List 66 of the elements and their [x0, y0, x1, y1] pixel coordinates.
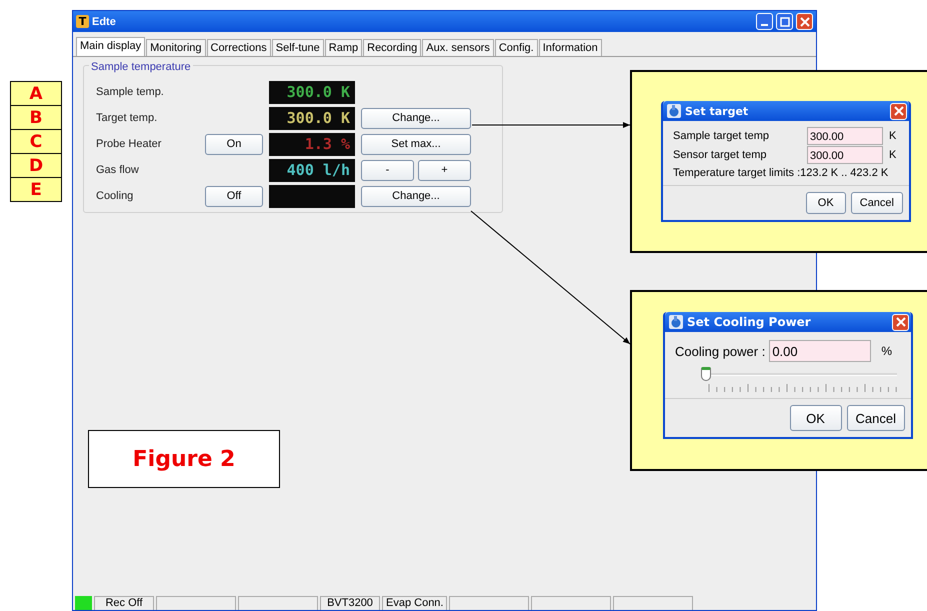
row-label: Probe Heater: [96, 138, 162, 150]
figure-label: Figure 2: [88, 430, 280, 488]
row-marker: A: [10, 81, 62, 106]
close-button[interactable]: [892, 314, 909, 330]
dialog-title: Set target: [685, 104, 748, 118]
row-marker: B: [10, 105, 62, 130]
field-label: Sensor target temp: [673, 149, 768, 161]
close-icon: [894, 106, 904, 116]
tab[interactable]: Ramp: [324, 39, 362, 56]
window-title: Edte: [92, 16, 116, 28]
tab[interactable]: Information: [538, 39, 602, 56]
dialog-button[interactable]: OK: [790, 405, 842, 431]
unit-label: K: [889, 130, 896, 142]
app-icon: T: [76, 15, 89, 28]
toggle-button[interactable]: Off: [205, 186, 263, 206]
input-field[interactable]: 300.00: [807, 127, 883, 145]
row-label: Sample temp.: [96, 86, 165, 98]
minimize-button[interactable]: [756, 13, 773, 30]
row-label: Gas flow: [96, 164, 140, 176]
action-button[interactable]: -: [361, 160, 414, 180]
lcd-readout: 1.3 %: [304, 136, 350, 152]
dialog-button[interactable]: Cancel: [846, 405, 905, 431]
maximize-icon: [780, 16, 790, 26]
app-icon: [667, 104, 681, 118]
input-field[interactable]: 300.00: [807, 146, 883, 164]
action-button[interactable]: +: [418, 160, 471, 180]
tab[interactable]: Main display: [76, 37, 146, 56]
field-label: Cooling power :: [675, 344, 766, 358]
action-button[interactable]: Change...: [361, 108, 471, 128]
unit-label: %: [881, 344, 892, 358]
lcd-readout: 400 l/h: [286, 162, 350, 178]
action-button[interactable]: Change...: [361, 186, 471, 206]
group-title: Sample temperature: [89, 61, 193, 73]
input-field[interactable]: 0.00: [769, 340, 872, 362]
row-marker: D: [10, 153, 62, 178]
close-icon: [896, 317, 906, 327]
row-label: Target temp.: [96, 112, 158, 124]
status-cell: BVT3200: [320, 596, 380, 610]
toggle-button[interactable]: On: [205, 134, 263, 154]
row-label: Cooling: [96, 190, 134, 202]
tab[interactable]: Recording: [363, 39, 422, 56]
tab[interactable]: Config.: [494, 39, 538, 56]
action-button[interactable]: Set max...: [361, 134, 471, 154]
maximize-button[interactable]: [776, 13, 793, 30]
limits-text: Temperature target limits :123.2 K .. 423.2 K: [673, 167, 890, 179]
tab[interactable]: Corrections: [206, 39, 271, 56]
tab[interactable]: Self-tune: [272, 39, 324, 56]
field-label: Sample target temp: [673, 130, 770, 142]
row-marker: E: [10, 177, 62, 202]
close-button[interactable]: [890, 102, 907, 120]
app-icon: [669, 315, 683, 329]
status-cell: Evap Conn.: [382, 596, 448, 610]
tab[interactable]: Aux. sensors: [422, 39, 494, 56]
dialog-title: Set Cooling Power: [687, 315, 811, 329]
row-marker: C: [10, 129, 62, 154]
lcd-readout: 300.0 K: [286, 110, 350, 126]
minimize-icon: [761, 24, 768, 26]
dialog-button[interactable]: OK: [806, 192, 846, 214]
slider-thumb[interactable]: [701, 367, 711, 381]
close-button[interactable]: [796, 13, 813, 30]
lcd-readout: 300.0 K: [286, 84, 350, 100]
tab[interactable]: Monitoring: [146, 39, 206, 56]
close-icon: [800, 16, 810, 26]
status-cell: Rec Off: [94, 596, 154, 610]
unit-label: K: [889, 149, 896, 161]
dialog-button[interactable]: Cancel: [850, 192, 903, 214]
